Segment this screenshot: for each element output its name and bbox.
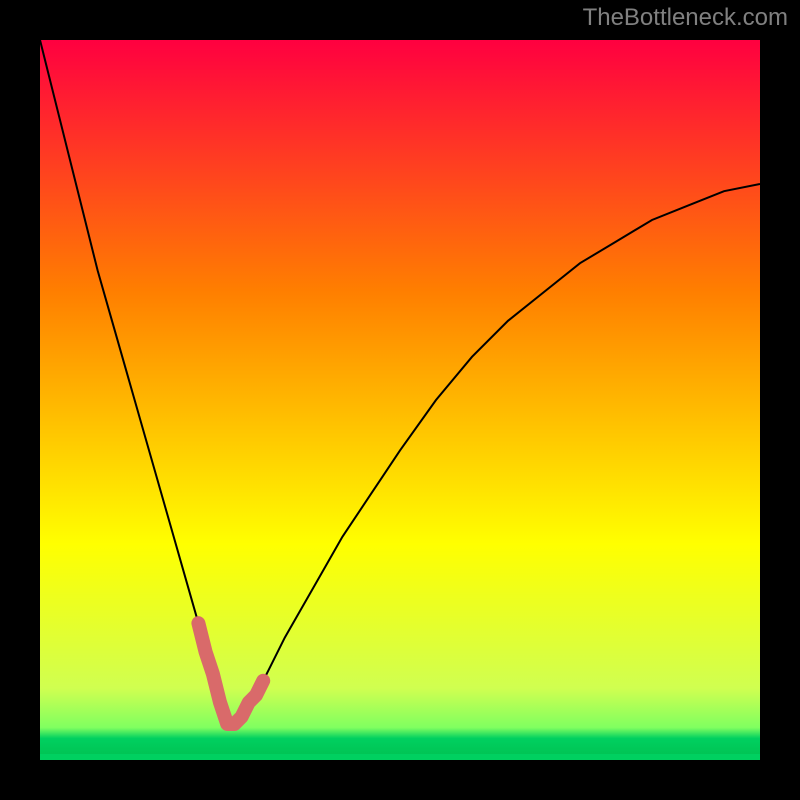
chart-svg <box>40 40 760 760</box>
baseline-strip <box>40 754 760 760</box>
chart-frame: TheBottleneck.com <box>0 0 800 800</box>
watermark-label: TheBottleneck.com <box>583 4 788 32</box>
gradient-background <box>40 40 760 760</box>
plot-area <box>40 40 760 760</box>
